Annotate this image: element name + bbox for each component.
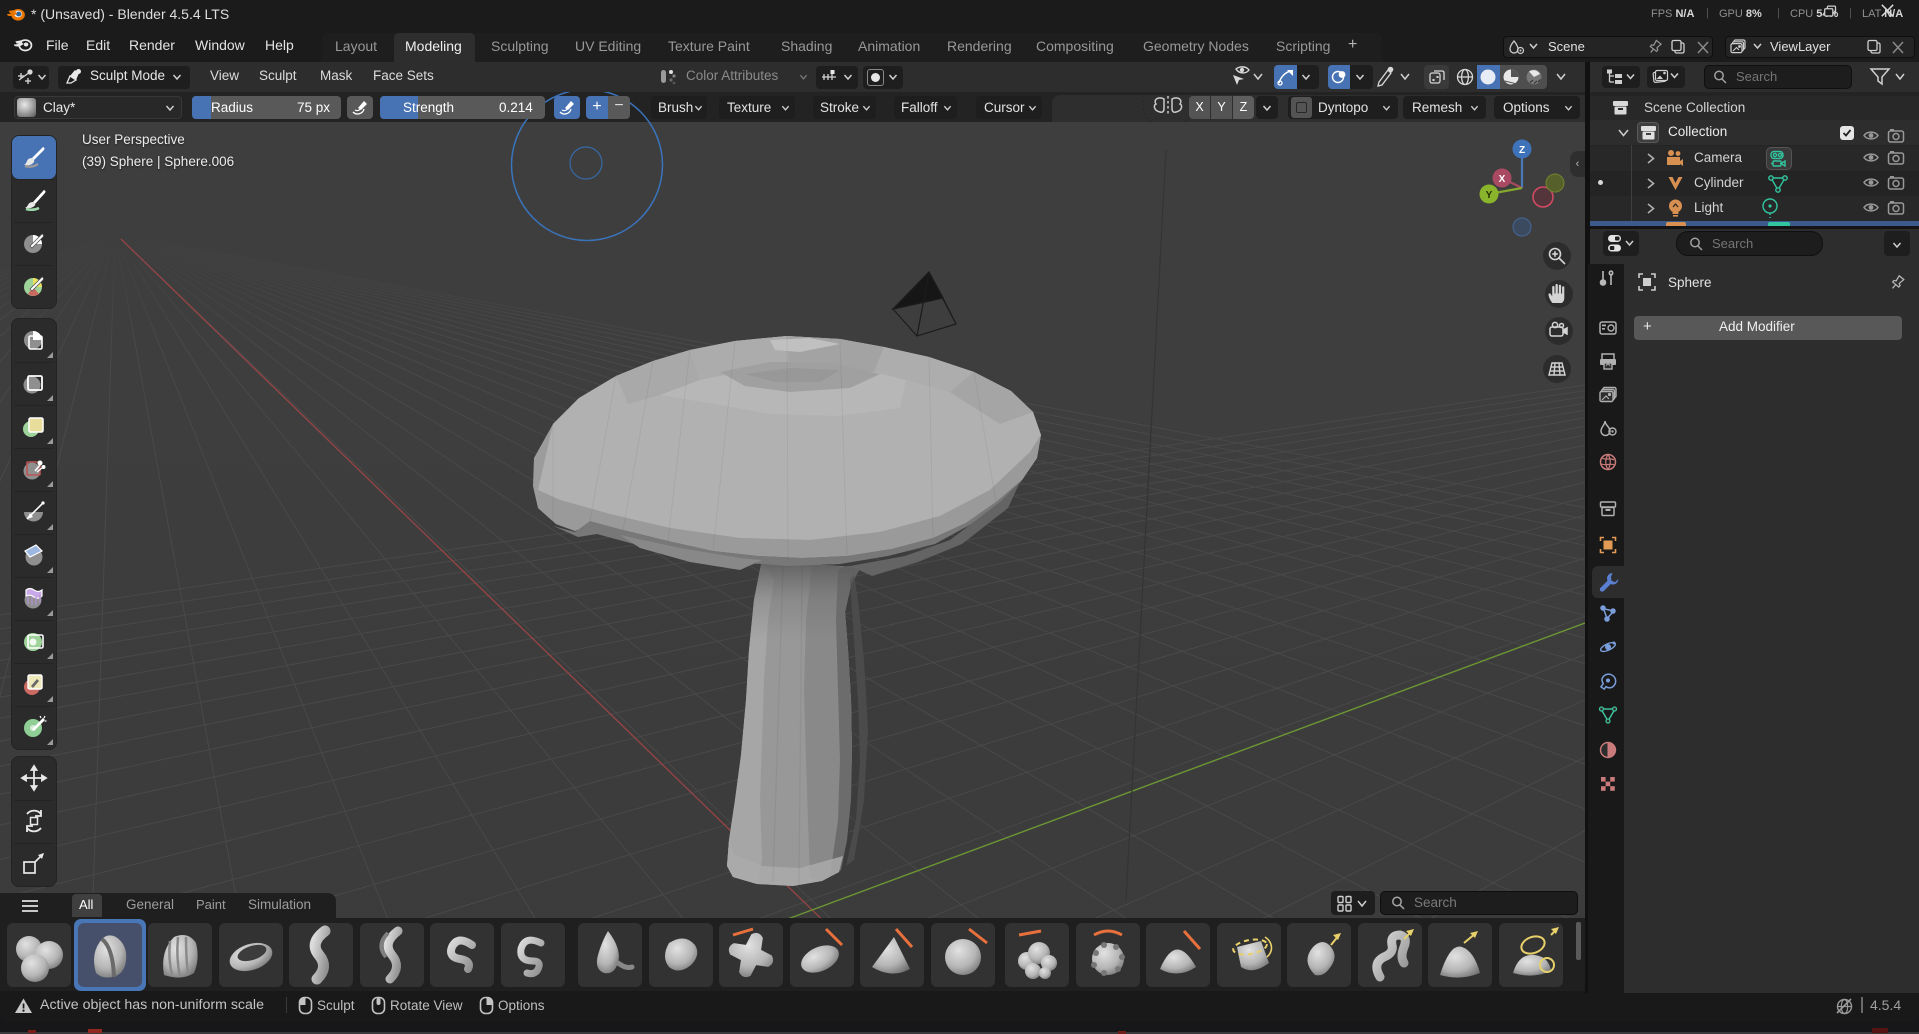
svg-text:Y: Y xyxy=(1486,190,1493,201)
svg-text:X: X xyxy=(1499,174,1506,185)
svg-text:Z: Z xyxy=(1519,145,1525,156)
